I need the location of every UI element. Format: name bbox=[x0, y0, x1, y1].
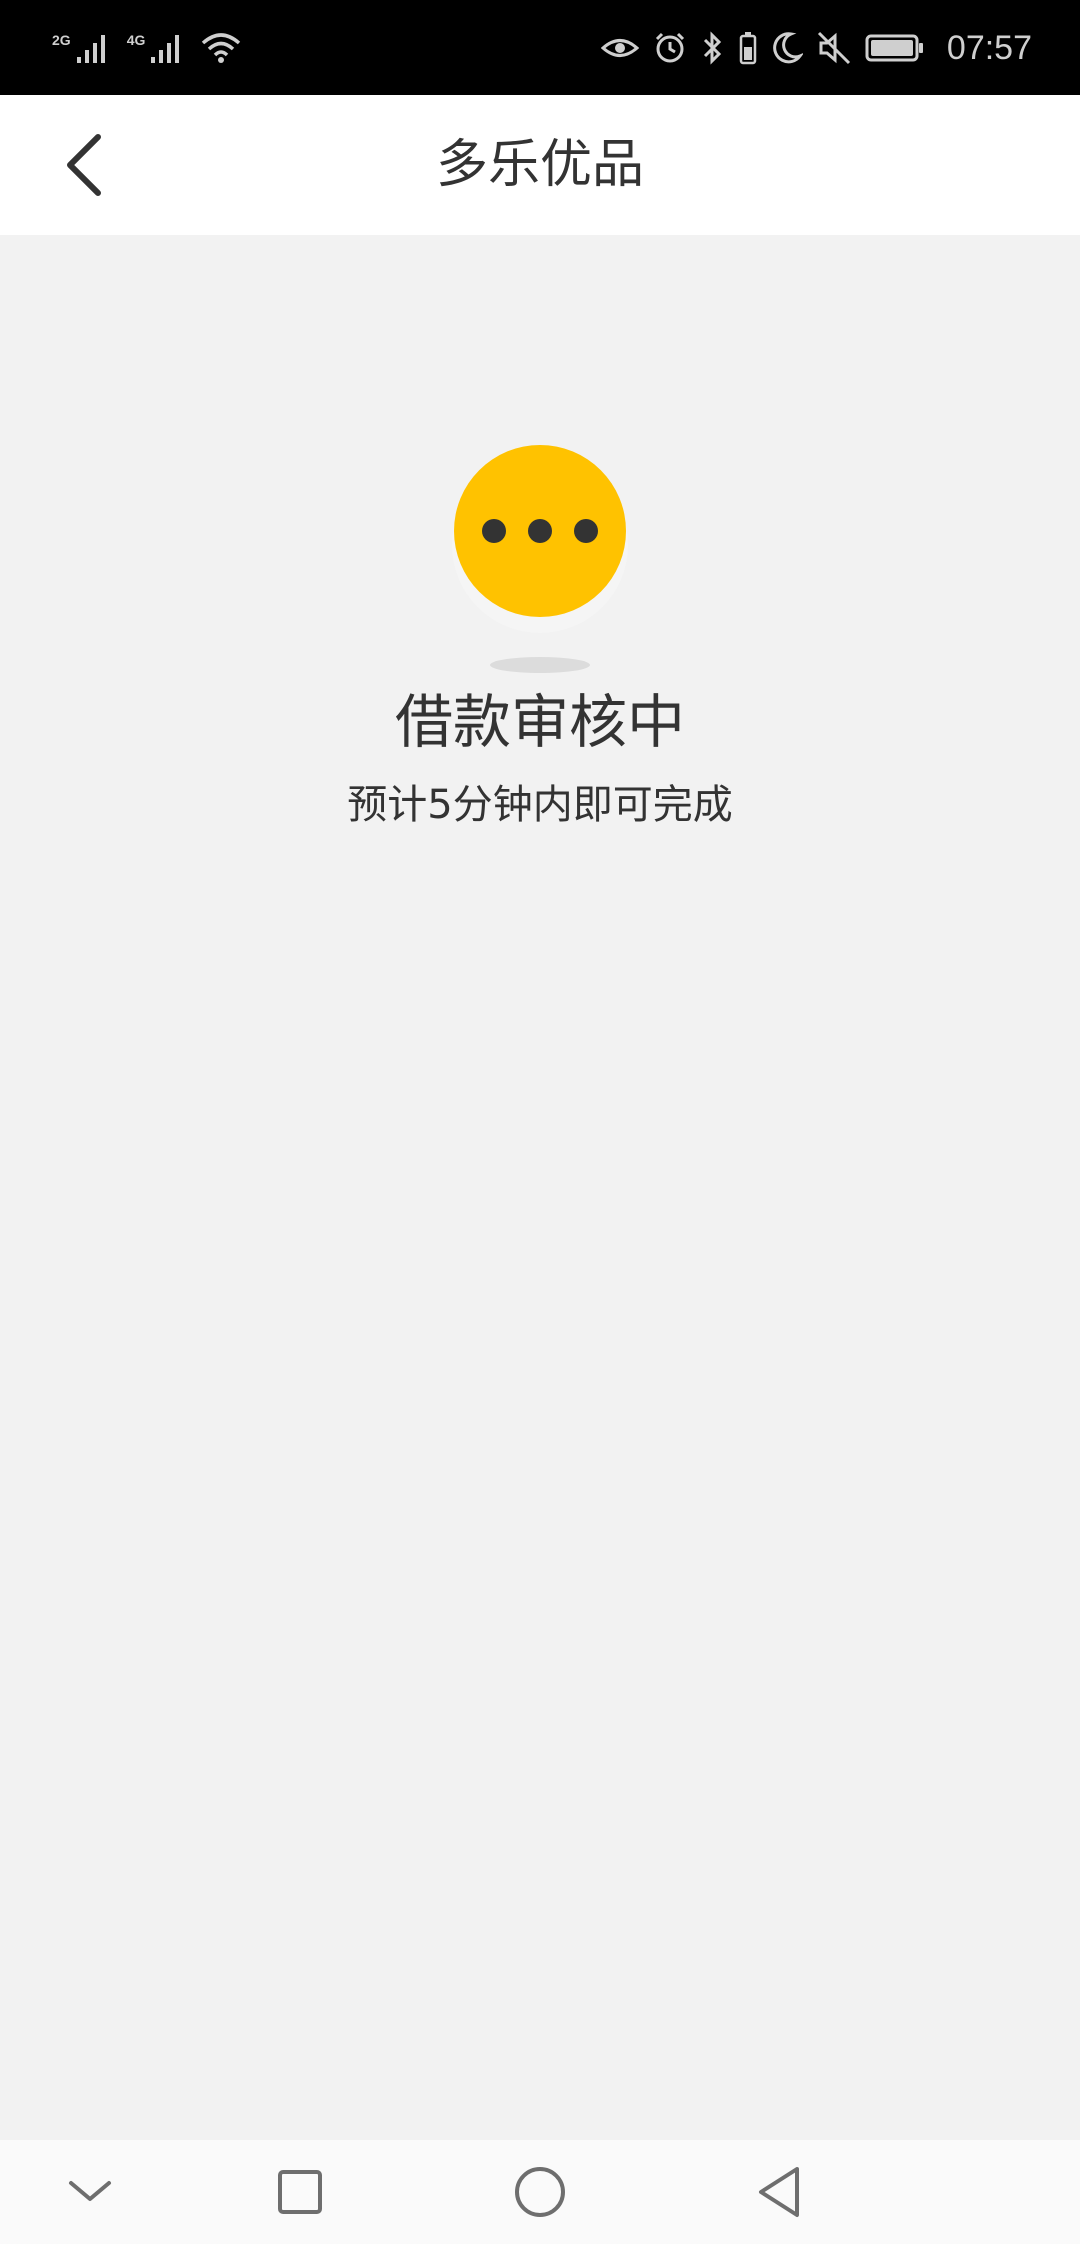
page-title: 多乐优品 bbox=[435, 135, 644, 195]
circle-icon bbox=[515, 2167, 565, 2217]
mute-icon bbox=[817, 31, 850, 65]
nav-hide-button[interactable] bbox=[50, 2152, 130, 2232]
nav-recents-button[interactable] bbox=[260, 2152, 340, 2232]
signal-4g: 4G bbox=[127, 31, 184, 65]
battery-icon bbox=[865, 34, 923, 62]
status-bar-left: 2G 4G bbox=[52, 24, 241, 72]
signal-bars-icon bbox=[76, 35, 105, 63]
status-subtitle: 预计5分钟内即可完成 bbox=[347, 782, 733, 828]
eye-comfort-icon bbox=[600, 39, 639, 57]
app-header: 多乐优品 bbox=[0, 95, 1080, 235]
pending-status-illustration bbox=[440, 445, 640, 675]
alarm-icon bbox=[655, 32, 684, 63]
network-type-label-2: 4G bbox=[126, 32, 146, 48]
chevron-down-icon bbox=[69, 2181, 111, 2201]
wifi-icon bbox=[202, 33, 241, 63]
network-type-label-1: 2G bbox=[52, 32, 71, 48]
square-icon bbox=[278, 2170, 322, 2214]
nav-back-button[interactable] bbox=[740, 2152, 820, 2232]
signal-bars-icon bbox=[151, 35, 180, 63]
status-title: 借款审核中 bbox=[394, 688, 685, 756]
status-bar: 2G 4G 07:57 bbox=[0, 0, 1080, 95]
signal-2g: 2G bbox=[52, 31, 109, 65]
battery-saver-icon bbox=[739, 32, 757, 65]
status-bar-right: 07:57 bbox=[600, 24, 1032, 72]
main-content: 借款审核中 预计5分钟内即可完成 bbox=[0, 235, 1080, 2140]
do-not-disturb-moon-icon bbox=[773, 32, 803, 64]
pending-dots-icon bbox=[452, 445, 628, 673]
bluetooth-icon bbox=[703, 31, 722, 65]
clock: 07:57 bbox=[946, 28, 1032, 67]
nav-home-button[interactable] bbox=[500, 2152, 580, 2232]
triangle-back-icon bbox=[759, 2167, 799, 2217]
system-navigation-bar bbox=[0, 2140, 1080, 2244]
